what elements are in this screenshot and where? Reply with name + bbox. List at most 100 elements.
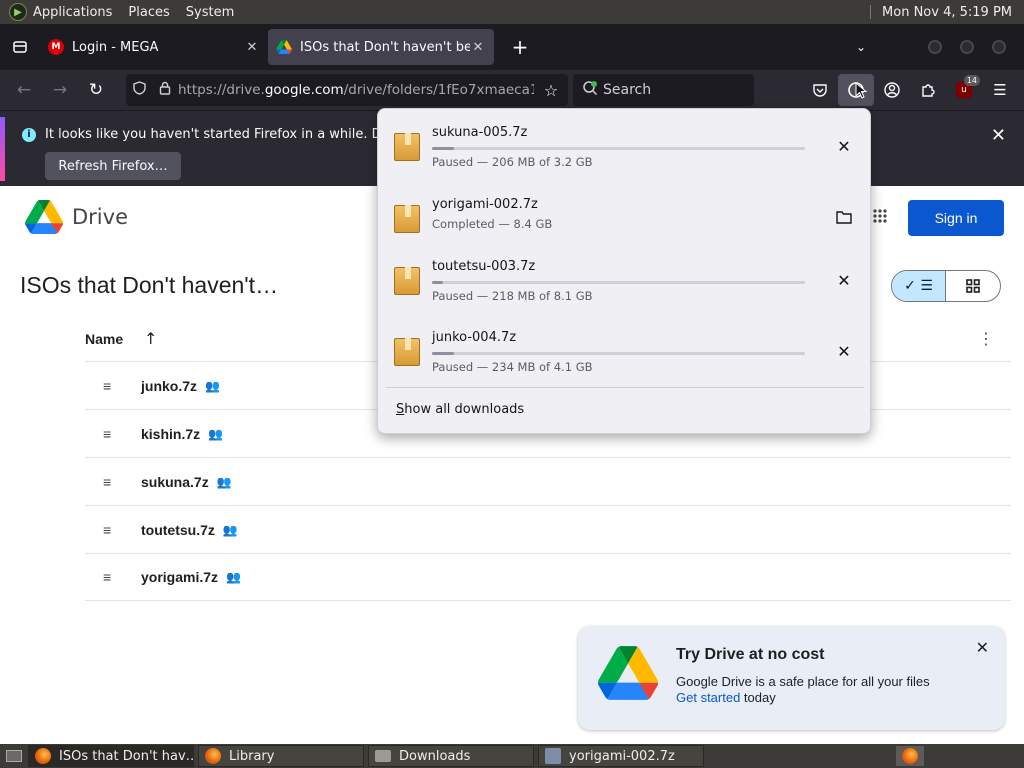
tab-strip: M Login - MEGA ✕ ISOs that Don't haven't…: [0, 24, 1024, 70]
table-row[interactable]: ≡ yorigami.7z 👥: [85, 553, 1011, 601]
extensions-button[interactable]: [910, 74, 946, 106]
app-menu-button[interactable]: ☰: [982, 74, 1018, 106]
shared-users-icon: 👥: [226, 570, 241, 584]
close-icon[interactable]: ✕: [830, 271, 858, 293]
download-item[interactable]: junko-004.7z Paused — 234 MB of 4.1 GB ✕: [378, 314, 872, 384]
task-drive-window[interactable]: ISOs that Don't hav…: [28, 745, 194, 767]
archive-file-icon: [394, 267, 420, 295]
shared-users-icon: 👥: [216, 474, 232, 489]
download-name: toutetsu-003.7z: [432, 259, 536, 274]
folder-icon: [375, 750, 391, 762]
grid-view-button[interactable]: [946, 271, 1000, 301]
download-name: sukuna-005.7z: [432, 125, 528, 140]
get-started-link[interactable]: Get started: [676, 690, 740, 705]
firefox-icon: [205, 748, 221, 764]
menu-applications[interactable]: Applications: [33, 5, 112, 20]
google-apps-icon[interactable]: [872, 208, 888, 224]
grid-view-icon: [966, 279, 980, 293]
ublock-origin-button[interactable]: u 14: [946, 74, 982, 106]
maximize-button[interactable]: [960, 40, 974, 54]
tab-drive-folder[interactable]: ISOs that Don't haven't been ✕: [268, 29, 494, 65]
desktop-icon: [6, 750, 22, 762]
folder-icon[interactable]: [830, 209, 858, 231]
file-name: kishin.7z: [141, 425, 201, 442]
url-text: https://drive.google.com/drive/folders/1…: [178, 82, 534, 98]
shield-icon[interactable]: [126, 81, 152, 99]
download-item[interactable]: yorigami-002.7z Completed — 8.4 GB: [378, 181, 872, 251]
search-placeholder: Search: [603, 82, 652, 98]
hamburger-menu-icon: ☰: [993, 81, 1007, 99]
bookmark-star-icon[interactable]: ☆: [534, 81, 568, 100]
firefox-view-button[interactable]: [0, 24, 40, 70]
close-notification-icon[interactable]: ✕: [991, 125, 1006, 146]
task-downloads-folder[interactable]: Downloads: [368, 745, 534, 767]
puzzle-piece-icon: [922, 84, 935, 97]
reload-icon: ↻: [88, 80, 104, 100]
list-all-tabs-button[interactable]: ⌄: [846, 40, 876, 54]
bottom-taskbar: ISOs that Don't hav… Library Downloads y…: [0, 744, 1024, 768]
tray-firefox-icon[interactable]: [896, 746, 924, 766]
file-name: junko.7z: [141, 377, 198, 394]
google-drive-logo: [598, 646, 658, 700]
account-button[interactable]: [874, 74, 910, 106]
refresh-firefox-button[interactable]: Refresh Firefox…: [45, 152, 181, 180]
download-item[interactable]: sukuna-005.7z Paused — 206 MB of 3.2 GB …: [378, 109, 872, 179]
download-status: Paused — 218 MB of 8.1 GB: [432, 289, 593, 303]
try-drive-promo: Try Drive at no cost Google Drive is a s…: [578, 626, 1005, 730]
divider: [386, 387, 864, 388]
firefox-icon: [35, 748, 51, 764]
tab-close-icon[interactable]: ✕: [244, 40, 260, 55]
minimize-button[interactable]: [928, 40, 942, 54]
new-tab-button[interactable]: +: [502, 29, 538, 65]
download-progress-bar: [432, 352, 805, 355]
pocket-icon: [813, 83, 827, 97]
tab-login-mega[interactable]: M Login - MEGA ✕: [40, 29, 268, 65]
download-progress-bar: [432, 147, 805, 150]
close-icon[interactable]: ✕: [830, 137, 858, 159]
view-toggle: ✓ ☰: [891, 270, 1001, 302]
table-row[interactable]: ≡ toutetsu.7z 👥: [85, 505, 1011, 553]
google-drive-logo[interactable]: [25, 200, 63, 234]
archive-file-icon: [394, 338, 420, 366]
show-desktop-button[interactable]: [0, 745, 28, 767]
drive-app-name[interactable]: Drive: [72, 205, 128, 229]
menu-places[interactable]: Places: [128, 5, 169, 20]
promo-title: Try Drive at no cost: [676, 646, 825, 663]
show-all-downloads-button[interactable]: Show all downloads: [396, 402, 524, 417]
archive-file-icon: [394, 133, 420, 161]
menu-system[interactable]: System: [186, 5, 234, 20]
panel-clock[interactable]: Mon Nov 4, 5:19 PM: [882, 5, 1012, 20]
notification-message: It looks like you haven't started Firefo…: [45, 127, 418, 142]
close-window-button[interactable]: [992, 40, 1006, 54]
tab-close-icon[interactable]: ✕: [470, 40, 486, 55]
sort-ascending-icon[interactable]: ↑: [144, 329, 157, 348]
list-view-button[interactable]: ✓ ☰: [892, 271, 947, 301]
download-item[interactable]: toutetsu-003.7z Paused — 218 MB of 8.1 G…: [378, 243, 872, 313]
url-bar[interactable]: https://drive.google.com/drive/folders/1…: [126, 74, 568, 106]
task-archive-window[interactable]: yorigami-002.7z: [538, 745, 704, 767]
download-progress-bar: [432, 281, 805, 284]
file-name: yorigami.7z: [141, 569, 219, 585]
reload-button[interactable]: ↻: [78, 74, 114, 106]
lock-icon[interactable]: [152, 81, 178, 99]
sign-in-button[interactable]: Sign in: [908, 200, 1004, 236]
table-row[interactable]: ≡ sukuna.7z 👥: [85, 457, 1011, 505]
promo-cta-row: Get started today: [676, 690, 776, 705]
file-name: toutetsu.7z: [141, 521, 215, 538]
pocket-button[interactable]: [802, 74, 838, 106]
search-bar[interactable]: Search: [573, 74, 754, 106]
account-icon: [884, 82, 900, 98]
close-icon[interactable]: ✕: [830, 342, 858, 364]
task-library-window[interactable]: Library: [198, 745, 364, 767]
forward-button[interactable]: →: [42, 74, 78, 106]
shared-users-icon: 👥: [205, 378, 220, 393]
close-promo-icon[interactable]: ✕: [976, 638, 989, 657]
distro-logo-icon[interactable]: ▶: [9, 3, 27, 21]
downloads-button[interactable]: [838, 74, 874, 106]
mega-icon: M: [48, 39, 64, 55]
top-panel: ▶ Applications Places System Mon Nov 4, …: [0, 0, 1024, 24]
folder-title[interactable]: ISOs that Don't haven't…: [20, 272, 278, 299]
back-button[interactable]: ←: [6, 74, 42, 106]
more-vert-icon[interactable]: ⋮: [978, 329, 994, 348]
name-column-header[interactable]: Name: [85, 331, 123, 347]
